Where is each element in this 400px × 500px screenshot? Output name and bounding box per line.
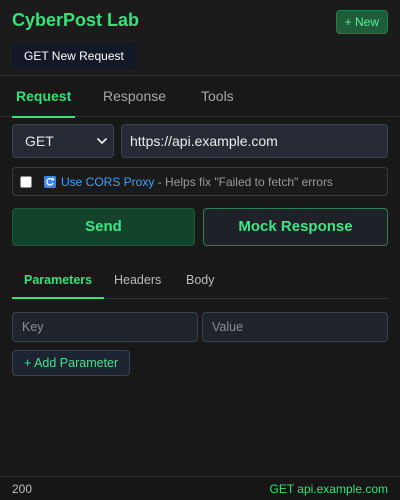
tab-tools[interactable]: Tools — [201, 77, 234, 117]
add-parameter-button[interactable]: + Add Parameter — [12, 350, 131, 376]
method-select[interactable]: GET — [12, 124, 114, 158]
app-window: CyberPost Lab + New GET New Request Requ… — [0, 0, 400, 500]
url-input[interactable]: https://api.example.com — [121, 124, 388, 158]
method-value: GET — [25, 133, 54, 149]
status-bar: 200 GET api.example.com — [0, 476, 400, 500]
status-endpoint: GET api.example.com — [269, 482, 389, 496]
tab-response[interactable]: Response — [103, 77, 166, 117]
subtab-headers[interactable]: Headers — [114, 264, 161, 298]
new-request-button[interactable]: + New — [335, 10, 388, 34]
send-button[interactable]: Send — [12, 208, 195, 246]
request-subtabs: Parameters Headers Body — [11, 264, 388, 299]
cors-proxy-label: Use CORS Proxy - Helps fix "Failed to fe… — [61, 175, 333, 189]
main-tabs: Request Response Tools — [0, 77, 400, 118]
app-title: CyberPost Lab — [12, 10, 140, 30]
refresh-icon — [44, 176, 56, 188]
cors-proxy-link[interactable]: Use CORS Proxy — [61, 175, 154, 189]
cors-proxy-row: Use CORS Proxy - Helps fix "Failed to fe… — [12, 167, 388, 196]
request-tab-chip[interactable]: GET New Request — [12, 43, 136, 69]
tab-request[interactable]: Request — [11, 77, 76, 118]
mock-response-button[interactable]: Mock Response — [203, 208, 388, 246]
subtab-body[interactable]: Body — [186, 264, 215, 298]
cors-proxy-checkbox[interactable] — [20, 176, 32, 188]
chevron-down-icon — [97, 138, 107, 144]
status-code: 200 — [12, 482, 33, 496]
param-value-input[interactable]: Value — [202, 312, 388, 342]
param-key-input[interactable]: Key — [12, 312, 198, 342]
subtab-parameters[interactable]: Parameters — [11, 264, 105, 299]
cors-proxy-hint: - Helps fix "Failed to fetch" errors — [154, 175, 333, 189]
app-header: CyberPost Lab + New GET New Request — [0, 0, 400, 76]
